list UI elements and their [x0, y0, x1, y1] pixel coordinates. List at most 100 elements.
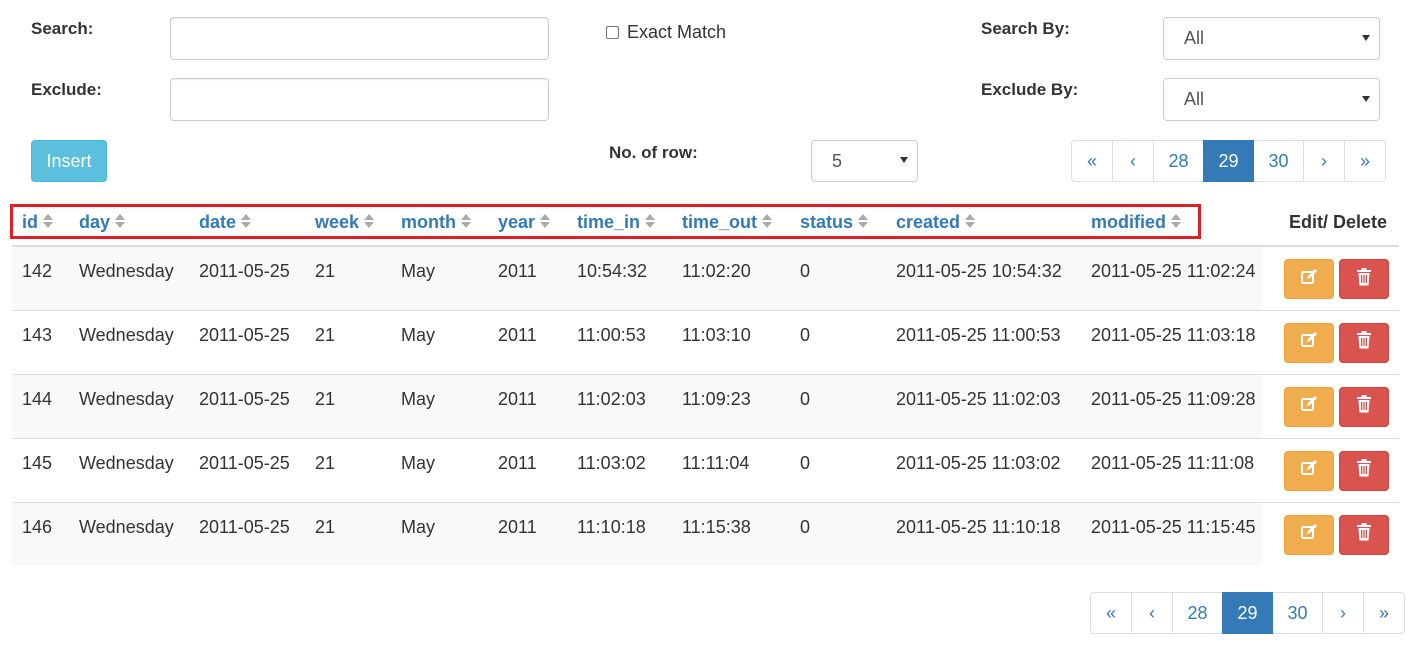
search-by-value: All: [1184, 28, 1205, 48]
cell-year: 2011: [488, 437, 567, 502]
header-highlight-box: [10, 204, 1201, 239]
pagination-bottom: « ‹ 28 29 30 › »: [1090, 592, 1405, 634]
cell-date: 2011-05-25: [189, 501, 305, 566]
search-by-label: Search By:: [981, 19, 1070, 38]
page-button-active[interactable]: 29: [1222, 592, 1273, 634]
exclude-by-value: All: [1184, 89, 1205, 109]
search-input[interactable]: [170, 17, 549, 60]
page-button[interactable]: 28: [1153, 140, 1204, 182]
last-page-button[interactable]: »: [1363, 592, 1405, 634]
cell-year: 2011: [488, 373, 567, 438]
edit-icon: [1300, 331, 1318, 354]
delete-button[interactable]: [1339, 386, 1389, 427]
page-button[interactable]: 30: [1272, 592, 1323, 634]
cell-id: 146: [12, 501, 69, 566]
cell-month: May: [391, 437, 488, 502]
edit-button[interactable]: [1284, 259, 1334, 299]
edit-icon: [1300, 395, 1318, 418]
cell-day: Wednesday: [69, 437, 189, 502]
chevron-down-icon: [1362, 34, 1370, 41]
exclude-by-select[interactable]: All: [1163, 78, 1380, 121]
edit-button[interactable]: [1284, 322, 1334, 363]
chevron-down-icon: [900, 157, 908, 163]
cell-month: May: [391, 309, 488, 374]
cell-modified: 2011-05-25 11:11:08: [1081, 437, 1263, 502]
prev-page-button[interactable]: ‹: [1131, 592, 1173, 634]
trash-icon: [1356, 331, 1372, 354]
exact-match-option[interactable]: Exact Match: [606, 22, 726, 43]
cell-week: 21: [305, 246, 391, 310]
cell-modified: 2011-05-25 11:03:18: [1081, 309, 1263, 374]
pagination-top: « ‹ 28 29 30 › »: [1071, 140, 1386, 182]
cell-day: Wednesday: [69, 246, 189, 310]
cell-time-out: 11:09:23: [672, 373, 790, 438]
page-button-active[interactable]: 29: [1203, 140, 1254, 182]
cell-time-in: 10:54:32: [567, 246, 672, 310]
insert-button[interactable]: Insert: [31, 140, 107, 182]
page-button[interactable]: 30: [1253, 140, 1304, 182]
trash-icon: [1356, 459, 1372, 482]
cell-week: 21: [305, 501, 391, 566]
page-button[interactable]: 28: [1172, 592, 1223, 634]
cell-day: Wednesday: [69, 309, 189, 374]
cell-id: 145: [12, 437, 69, 502]
delete-button[interactable]: [1339, 259, 1389, 299]
cell-created: 2011-05-25 11:03:02: [886, 437, 1081, 502]
table-row: 143 Wednesday 2011-05-25 21 May 2011 11:00:53 1…: [12, 309, 1399, 374]
cell-time-out: 11:02:20: [672, 246, 790, 310]
edit-icon: [1300, 523, 1318, 546]
cell-actions: [1263, 309, 1399, 374]
first-page-button[interactable]: «: [1071, 140, 1113, 182]
cell-time-out: 11:11:04: [672, 437, 790, 502]
cell-time-out: 11:15:38: [672, 501, 790, 566]
search-by-select[interactable]: All: [1163, 17, 1380, 60]
search-label: Search:: [31, 19, 94, 38]
cell-status: 0: [790, 437, 886, 502]
cell-actions: [1263, 373, 1399, 438]
cell-time-out: 11:03:10: [672, 309, 790, 374]
table-row: 145 Wednesday 2011-05-25 21 May 2011 11:03:02 1…: [12, 437, 1399, 502]
cell-week: 21: [305, 373, 391, 438]
chevron-down-icon: [1362, 95, 1370, 102]
next-page-button[interactable]: ›: [1303, 140, 1345, 182]
cell-actions: [1263, 501, 1399, 566]
trash-icon: [1356, 395, 1372, 418]
cell-modified: 2011-05-25 11:15:45: [1081, 501, 1263, 566]
cell-created: 2011-05-25 11:02:03: [886, 373, 1081, 438]
table-row: 144 Wednesday 2011-05-25 21 May 2011 11:02:03 1…: [12, 373, 1399, 438]
delete-button[interactable]: [1339, 322, 1389, 363]
trash-icon: [1356, 267, 1372, 291]
cell-date: 2011-05-25: [189, 373, 305, 438]
delete-button[interactable]: [1339, 514, 1389, 555]
cell-modified: 2011-05-25 11:02:24: [1081, 246, 1263, 310]
rows-label: No. of row:: [609, 143, 698, 162]
table-row: 142 Wednesday 2011-05-25 21 May 2011 10:54:32 1…: [12, 246, 1399, 310]
last-page-button[interactable]: »: [1344, 140, 1386, 182]
cell-status: 0: [790, 246, 886, 310]
exact-match-checkbox[interactable]: [606, 26, 619, 39]
cell-time-in: 11:10:18: [567, 501, 672, 566]
cell-day: Wednesday: [69, 501, 189, 566]
data-table: id day date week month year time_in time…: [12, 200, 1399, 566]
cell-time-in: 11:02:03: [567, 373, 672, 438]
cell-day: Wednesday: [69, 373, 189, 438]
cell-month: May: [391, 246, 488, 310]
rows-per-page-value: 5: [832, 150, 843, 171]
edit-button[interactable]: [1284, 386, 1334, 427]
cell-year: 2011: [488, 501, 567, 566]
next-page-button[interactable]: ›: [1322, 592, 1364, 634]
rows-per-page-select[interactable]: 5: [811, 140, 918, 182]
edit-button[interactable]: [1284, 450, 1334, 491]
exclude-input[interactable]: [170, 78, 549, 121]
delete-button[interactable]: [1339, 450, 1389, 491]
trash-icon: [1356, 523, 1372, 546]
cell-actions: [1263, 246, 1399, 310]
exclude-label: Exclude:: [31, 80, 102, 99]
prev-page-button[interactable]: ‹: [1112, 140, 1154, 182]
cell-id: 143: [12, 309, 69, 374]
first-page-button[interactable]: «: [1090, 592, 1132, 634]
edit-button[interactable]: [1284, 514, 1334, 555]
cell-created: 2011-05-25 11:10:18: [886, 501, 1081, 566]
cell-status: 0: [790, 501, 886, 566]
exact-match-label: Exact Match: [627, 22, 727, 42]
